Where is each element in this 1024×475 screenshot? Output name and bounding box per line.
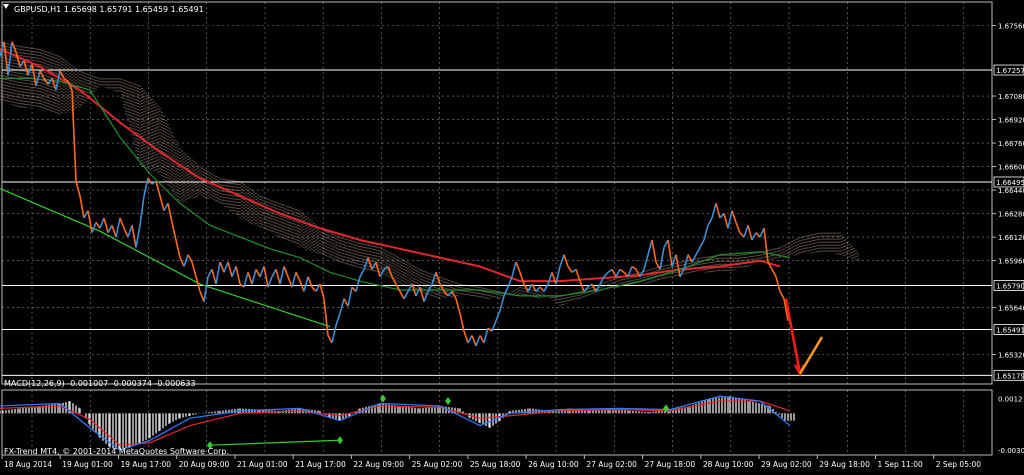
time-label: 29 Aug 02:00: [761, 460, 812, 469]
macd-label: MACD(12,26,9) -0.001007 -0.000374 -0.000…: [4, 379, 196, 388]
time-label: 20 Aug 09:00: [179, 460, 230, 469]
time-label: 21 Aug 01:00: [237, 460, 288, 469]
time-label: 28 Aug 10:00: [703, 460, 754, 469]
level-label: 1.65790: [996, 283, 1024, 291]
price-tick-label: 1.65320: [998, 352, 1024, 360]
time-label: 18 Aug 2014: [4, 460, 52, 469]
time-label: 26 Aug 10:00: [528, 460, 579, 469]
time-label: 22 Aug 09:00: [353, 460, 404, 469]
watermark: FX-Trend MT4, © 2001-2014 MetaQuotes Sof…: [4, 447, 229, 456]
price-tick-label: 1.65960: [998, 258, 1024, 266]
time-label: 27 Aug 18:00: [645, 460, 696, 469]
symbol-header: GBPUSD,H1 1.65698 1.65791 1.65459 1.6549…: [14, 5, 204, 14]
time-label: 19 Aug 17:00: [120, 460, 171, 469]
time-label: 27 Aug 02:00: [586, 460, 637, 469]
price-tick-label: 1.66440: [998, 187, 1024, 195]
time-label: 25 Aug 18:00: [470, 460, 521, 469]
level-label: 1.66495: [996, 179, 1024, 187]
macd-tick-label: -0.0030: [998, 447, 1024, 455]
level-label: 1.65179: [996, 372, 1024, 380]
price-tick-label: 1.66120: [998, 234, 1024, 242]
price-tick-label: 1.67080: [998, 93, 1024, 101]
chart-svg: 1.67560 1.67080 1.66920 1.66760 1.66600 1.664…: [0, 0, 1024, 471]
price-tick-label: 1.67560: [998, 23, 1024, 31]
time-label: 29 Aug 18:00: [819, 460, 870, 469]
macd-tick-label: 0.0012: [998, 396, 1023, 404]
chart-area[interactable]: 1.67560 1.67080 1.66920 1.66760 1.66600 1.664…: [0, 0, 1024, 471]
price-tick-label: 1.66920: [998, 117, 1024, 125]
time-label: 2 Sep 05:00: [936, 460, 982, 469]
price-tick-label: 1.66760: [998, 140, 1024, 148]
price-tick-label: 1.65640: [998, 305, 1024, 313]
price-tick-label: 1.66600: [998, 164, 1024, 172]
time-label: 19 Aug 01:00: [62, 460, 113, 469]
chart-background: [0, 0, 1024, 471]
price-tick-label: 1.66280: [998, 211, 1024, 219]
time-label: 1 Sep 11:00: [878, 460, 924, 469]
level-label: 1.67257: [996, 67, 1024, 75]
time-label: 25 Aug 02:00: [412, 460, 463, 469]
level-label: 1.65491: [996, 326, 1024, 334]
time-label: 21 Aug 17:00: [295, 460, 346, 469]
